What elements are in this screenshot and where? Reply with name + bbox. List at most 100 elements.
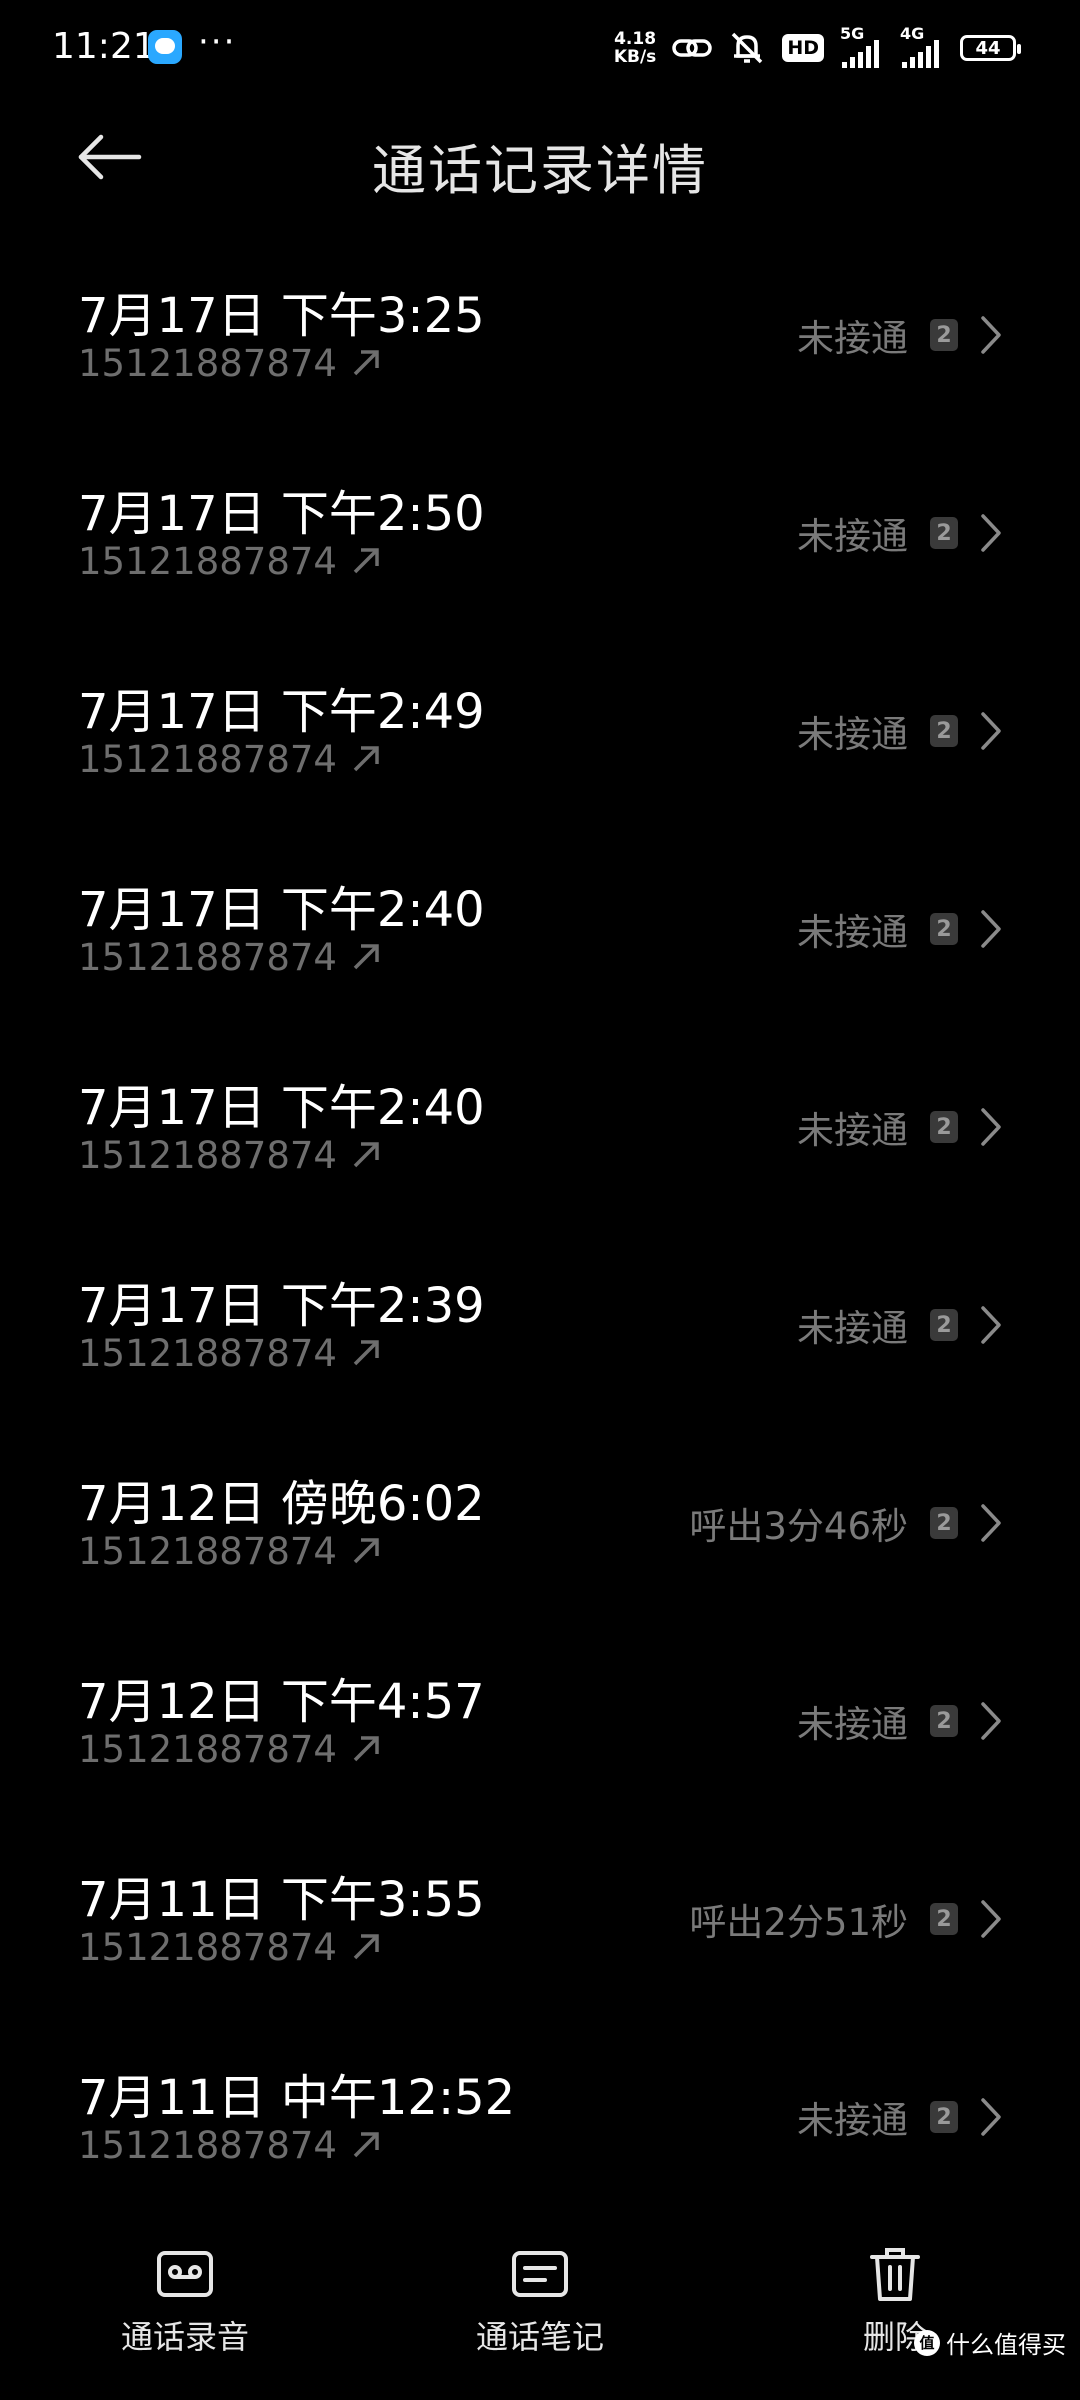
outgoing-call-icon: [353, 547, 379, 573]
chevron-right-icon: [981, 316, 1001, 354]
call-detail-area: 未接通 2: [797, 308, 1002, 362]
call-recording-button[interactable]: 通话录音: [65, 2242, 305, 2358]
call-record-row[interactable]: 7月11日 中午12:52 15121887874 未接通 2: [0, 2014, 1080, 2212]
call-number: 15121887874: [78, 2124, 381, 2167]
call-detail-area: 未接通 2: [797, 1694, 1002, 1748]
call-recording-label: 通话录音: [120, 2318, 249, 2356]
chevron-right-icon: [981, 1504, 1001, 1542]
signal-5g-icon: 5G: [840, 24, 884, 68]
chevron-right-icon: [981, 1306, 1001, 1344]
outgoing-call-icon: [353, 1141, 379, 1167]
call-record-row[interactable]: 7月17日 下午2:39 15121887874 未接通 2: [0, 1222, 1080, 1420]
sim-badge: 2: [930, 319, 958, 351]
call-record-row[interactable]: 7月17日 下午2:50 15121887874 未接通 2: [0, 430, 1080, 628]
call-datetime: 7月17日 下午2:50: [78, 486, 485, 542]
more-notifications-icon: ···: [198, 22, 237, 62]
outgoing-call-icon: [353, 943, 379, 969]
outgoing-call-icon: [353, 1933, 379, 1959]
call-status: 未接通: [797, 1307, 908, 1350]
call-status: 未接通: [797, 515, 908, 558]
call-record-row[interactable]: 7月11日 下午3:55 15121887874 呼出2分51秒 2: [0, 1816, 1080, 2014]
call-status: 未接通: [797, 2099, 908, 2142]
call-notes-label: 通话笔记: [475, 2318, 604, 2356]
call-status: 未接通: [797, 317, 908, 360]
call-number: 15121887874: [78, 1530, 381, 1573]
call-status: 未接通: [797, 911, 908, 954]
call-number: 15121887874: [78, 1926, 381, 1969]
chevron-right-icon: [981, 1900, 1001, 1938]
status-bar: 11:21 ··· 4.18 KB/s HD 5G 4G 44: [0, 0, 1080, 96]
outgoing-call-icon: [353, 1735, 379, 1761]
chevron-right-icon: [981, 1702, 1001, 1740]
call-record-row[interactable]: 7月17日 下午2:49 15121887874 未接通 2: [0, 628, 1080, 826]
call-detail-area: 未接通 2: [797, 902, 1002, 956]
call-datetime: 7月17日 下午2:39: [78, 1278, 485, 1334]
call-number: 15121887874: [78, 1728, 381, 1771]
chevron-right-icon: [981, 514, 1001, 552]
battery-level: 44: [975, 37, 1001, 59]
call-detail-area: 未接通 2: [797, 2090, 1002, 2144]
trash-can-icon: [868, 2242, 922, 2306]
sim-badge: 2: [930, 1111, 958, 1143]
chat-app-notification-icon: [148, 30, 182, 64]
network-speed: 4.18 KB/s: [614, 30, 656, 66]
chevron-right-icon: [981, 1108, 1001, 1146]
status-icons: 4.18 KB/s HD 5G 4G 44: [614, 24, 1021, 70]
call-number-text: 15121887874: [78, 1728, 337, 1771]
bottom-action-bar: 通话录音 通话笔记 删除 值 什么值得买: [0, 2220, 1080, 2370]
call-number: 15121887874: [78, 1134, 381, 1177]
call-number-text: 15121887874: [78, 342, 337, 385]
call-number-text: 15121887874: [78, 2124, 337, 2167]
call-datetime: 7月17日 下午3:25: [78, 288, 485, 344]
call-detail-area: 未接通 2: [797, 1100, 1002, 1154]
sim-badge: 2: [930, 2101, 958, 2133]
call-record-row[interactable]: 7月17日 下午2:40 15121887874 未接通 2: [0, 826, 1080, 1024]
call-number-text: 15121887874: [78, 936, 337, 979]
call-status: 未接通: [797, 713, 908, 756]
sim-badge: 2: [930, 913, 958, 945]
battery-icon: 44: [960, 35, 1021, 61]
call-number: 15121887874: [78, 738, 381, 781]
call-record-row[interactable]: 7月17日 下午2:40 15121887874 未接通 2: [0, 1024, 1080, 1222]
call-number-text: 15121887874: [78, 540, 337, 583]
watermark-logo: 值: [914, 2329, 940, 2356]
call-datetime: 7月17日 下午2:40: [78, 1080, 485, 1136]
call-detail-area: 未接通 2: [797, 1298, 1002, 1352]
call-detail-area: 未接通 2: [797, 506, 1002, 560]
call-datetime: 7月11日 下午3:55: [78, 1872, 485, 1928]
call-record-row[interactable]: 7月12日 傍晚6:02 15121887874 呼出3分46秒 2: [0, 1420, 1080, 1618]
chevron-right-icon: [981, 712, 1001, 750]
call-datetime: 7月11日 中午12:52: [78, 2070, 516, 2126]
sim-badge: 2: [930, 517, 958, 549]
call-notes-button[interactable]: 通话笔记: [420, 2242, 660, 2358]
watermark-text: 什么值得买: [946, 2331, 1066, 2359]
mute-bell-icon: [728, 29, 766, 67]
sim-badge: 2: [930, 1309, 958, 1341]
call-status: 未接通: [797, 1703, 908, 1746]
signal-4g-icon: 4G: [900, 24, 944, 68]
chevron-right-icon: [981, 2098, 1001, 2136]
call-record-row[interactable]: 7月12日 下午4:57 15121887874 未接通 2: [0, 1618, 1080, 1816]
call-datetime: 7月12日 傍晚6:02: [78, 1476, 485, 1532]
call-datetime: 7月17日 下午2:40: [78, 882, 485, 938]
signal-4g-label: 4G: [900, 24, 925, 43]
site-watermark: 值 什么值得买: [914, 2325, 1066, 2360]
call-status: 未接通: [797, 1109, 908, 1152]
network-speed-value: 4.18: [614, 29, 657, 49]
status-time: 11:21: [52, 26, 156, 67]
cassette-tape-icon: [156, 2242, 214, 2306]
call-number: 15121887874: [78, 1332, 381, 1375]
outgoing-call-icon: [353, 2131, 379, 2157]
call-detail-area: 未接通 2: [797, 704, 1002, 758]
call-record-row[interactable]: 7月17日 下午3:25 15121887874 未接通 2: [0, 232, 1080, 430]
call-datetime: 7月17日 下午2:49: [78, 684, 485, 740]
call-datetime: 7月12日 下午4:57: [78, 1674, 485, 1730]
hd-voice-badge: HD: [782, 34, 824, 62]
header: 通话记录详情: [0, 100, 1080, 216]
link-icon: [672, 33, 713, 63]
note-card-icon: [511, 2242, 569, 2306]
outgoing-call-icon: [353, 745, 379, 771]
call-number: 15121887874: [78, 342, 381, 385]
call-number-text: 15121887874: [78, 1530, 337, 1573]
page-title: 通话记录详情: [372, 139, 708, 202]
